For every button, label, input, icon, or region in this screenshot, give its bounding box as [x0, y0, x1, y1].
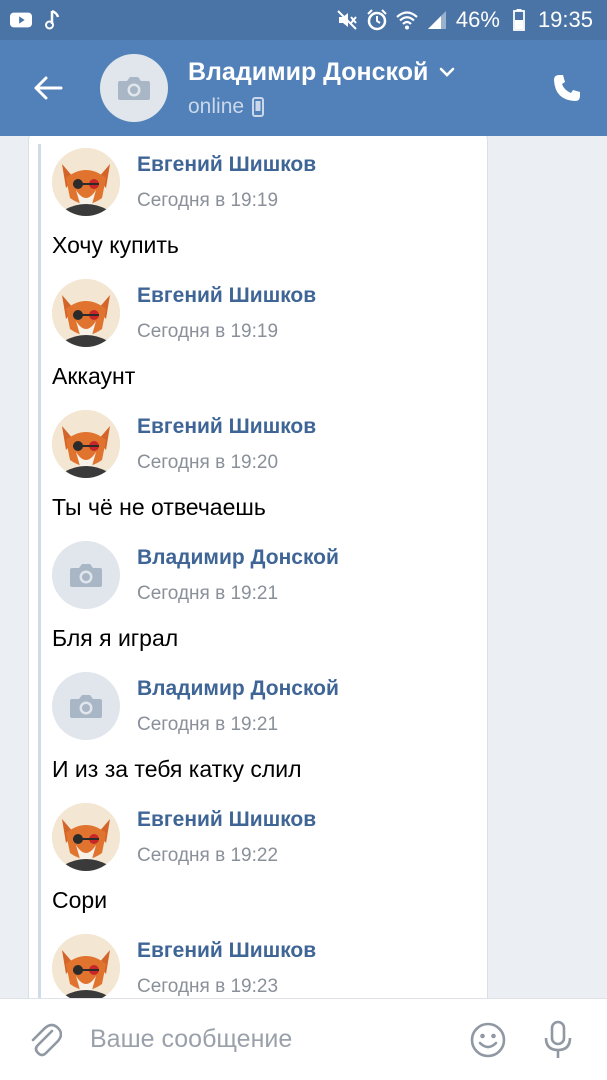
message-header: Евгений Шишков Сегодня в 19:22	[52, 803, 316, 871]
alarm-icon	[366, 9, 388, 31]
camera-icon	[118, 77, 150, 100]
camera-icon	[70, 564, 102, 587]
message-author[interactable]: Владимир Донской	[137, 546, 339, 570]
message-text: Хочу купить	[52, 232, 179, 258]
avatar[interactable]	[52, 803, 120, 871]
battery-percent: 46%	[455, 7, 500, 32]
back-button[interactable]	[0, 40, 96, 136]
signal-icon	[426, 9, 448, 31]
composer	[0, 998, 607, 1080]
message-item[interactable]: Евгений Шишков Сегодня в 19:23	[52, 934, 316, 998]
camera-icon	[70, 695, 102, 718]
quote-line	[38, 144, 41, 998]
message-time: Сегодня в 19:20	[137, 451, 279, 473]
youtube-icon	[10, 9, 32, 31]
wifi-icon	[396, 9, 418, 31]
message-time: Сегодня в 19:22	[137, 844, 279, 866]
header-info[interactable]: Владимир Донской online	[188, 58, 527, 119]
mic-button[interactable]	[523, 999, 593, 1080]
header-name-row: Владимир Донской	[188, 58, 527, 87]
message-text: Сори	[52, 887, 108, 913]
avatar[interactable]	[52, 279, 120, 347]
message-meta: Евгений Шишков Сегодня в 19:23	[137, 939, 316, 998]
chat-header: Владимир Донской online	[0, 40, 607, 136]
paperclip-icon	[31, 1023, 62, 1056]
battery-icon	[508, 9, 530, 31]
message-author[interactable]: Владимир Донской	[137, 677, 339, 701]
message-author[interactable]: Евгений Шишков	[137, 939, 316, 963]
message-header: Евгений Шишков Сегодня в 19:19	[52, 148, 316, 216]
message-meta: Евгений Шишков Сегодня в 19:20	[137, 415, 316, 474]
message-author[interactable]: Евгений Шишков	[137, 415, 316, 439]
mute-icon	[336, 9, 358, 31]
status-left	[10, 9, 64, 31]
message-time: Сегодня в 19:19	[137, 320, 279, 342]
message-author[interactable]: Евгений Шишков	[137, 153, 316, 177]
message-meta: Евгений Шишков Сегодня в 19:19	[137, 153, 316, 212]
message-time: Сегодня в 19:19	[137, 189, 279, 211]
message-header: Евгений Шишков Сегодня в 19:20	[52, 410, 316, 478]
message-header: Владимир Донской Сегодня в 19:21	[52, 541, 339, 609]
message-item[interactable]: Владимир Донской Сегодня в 19:21 Бля я игр…	[52, 541, 339, 651]
back-arrow-icon	[34, 76, 63, 100]
microphone-icon	[544, 1020, 572, 1058]
message-time: Сегодня в 19:21	[137, 713, 279, 735]
emoji-icon	[470, 1022, 506, 1057]
chevron-down-icon	[440, 67, 455, 77]
message-meta: Владимир Донской Сегодня в 19:21	[137, 546, 339, 605]
message-time: Сегодня в 19:23	[137, 975, 279, 997]
status-bar: 46% 19:35	[0, 0, 607, 40]
message-text: Аккаунт	[52, 363, 136, 389]
contact-status: online	[188, 95, 527, 119]
message-author[interactable]: Евгений Шишков	[137, 284, 316, 308]
avatar[interactable]	[52, 148, 120, 216]
online-status: online	[188, 94, 245, 118]
phone-icon	[554, 75, 580, 101]
attach-button[interactable]	[0, 999, 90, 1080]
emoji-button[interactable]	[453, 999, 523, 1080]
header-avatar[interactable]	[100, 54, 168, 122]
message-time: Сегодня в 19:21	[137, 582, 279, 604]
message-header: Евгений Шишков Сегодня в 19:19	[52, 279, 316, 347]
clock: 19:35	[537, 7, 593, 32]
message-item[interactable]: Владимир Донской Сегодня в 19:21 И из за т…	[52, 672, 339, 782]
message-item[interactable]: Евгений Шишков Сегодня в 19:19 Хочу купить	[52, 148, 316, 258]
message-meta: Евгений Шишков Сегодня в 19:19	[137, 284, 316, 343]
avatar[interactable]	[52, 410, 120, 478]
message-item[interactable]: Евгений Шишков Сегодня в 19:20 Ты чё не от…	[52, 410, 316, 520]
chat-area[interactable]: Евгений Шишков Сегодня в 19:19 Хочу купить…	[0, 136, 607, 998]
message-header: Евгений Шишков Сегодня в 19:23	[52, 934, 316, 998]
message-input[interactable]	[90, 1009, 453, 1070]
avatar[interactable]	[52, 541, 120, 609]
message-author[interactable]: Евгений Шишков	[137, 808, 316, 832]
message-meta: Евгений Шишков Сегодня в 19:22	[137, 808, 316, 867]
message-text: Ты чё не отвечаешь	[52, 494, 266, 520]
call-button[interactable]	[527, 40, 607, 136]
avatar[interactable]	[52, 672, 120, 740]
avatar[interactable]	[52, 934, 120, 998]
status-right: 46% 19:35	[336, 7, 593, 33]
message-item[interactable]: Евгений Шишков Сегодня в 19:22 Сори	[52, 803, 316, 913]
message-item[interactable]: Евгений Шишков Сегодня в 19:19 Аккаунт	[52, 279, 316, 389]
music-note-icon	[42, 9, 64, 31]
message-header: Владимир Донской Сегодня в 19:21	[52, 672, 339, 740]
contact-name: Владимир Донской	[188, 57, 429, 86]
mobile-icon	[252, 96, 265, 117]
message-meta: Владимир Донской Сегодня в 19:21	[137, 677, 339, 736]
message-text: Бля я играл	[52, 625, 179, 651]
message-text: И из за тебя катку слил	[52, 756, 302, 782]
